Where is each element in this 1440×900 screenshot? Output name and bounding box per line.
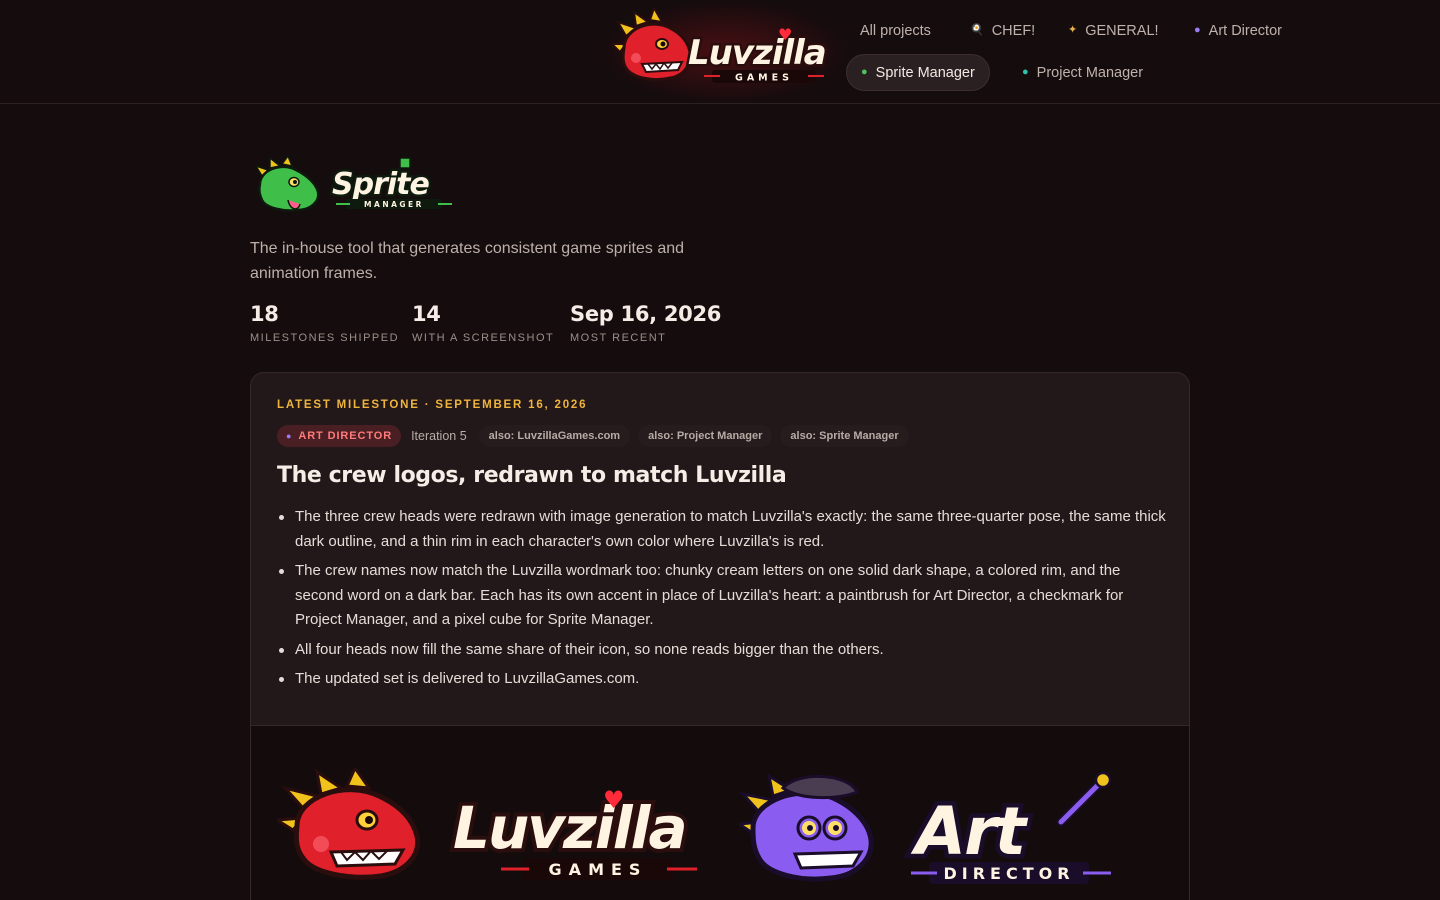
milestone-title: The crew logos, redrawn to match Luvzill…: [277, 463, 787, 488]
general-icon: ✦: [1068, 24, 1078, 36]
stat-with-screenshot: 14 WITH A SCREENSHOT: [412, 302, 554, 344]
stat-milestones-shipped: 18 MILESTONES SHIPPED: [250, 302, 399, 344]
luvzilla-logo-preview: Luvzilla ♥ GAMES: [277, 768, 697, 880]
chef-icon: 🍳: [970, 24, 984, 36]
luvzilla-subtitle: GAMES: [549, 860, 648, 879]
beret-icon: [780, 774, 859, 800]
stat-value: Sep 16, 2026: [570, 302, 722, 326]
nav-general[interactable]: ✦ GENERAL!: [1054, 12, 1173, 49]
milestone-tags: ● ART DIRECTOR Iteration 5 also: Luvzill…: [277, 425, 909, 447]
stat-label: MILESTONES SHIPPED: [250, 332, 400, 344]
luvzilla-games-logo[interactable]: Luvzilla ♥ GAMES: [612, 8, 834, 98]
role-tag-label: ART DIRECTOR: [298, 430, 393, 442]
project-nav: All projects 🍳 CHEF! ✦ GENERAL! ● Art Di…: [846, 12, 1316, 94]
art-director-icon: ●: [1194, 24, 1201, 36]
iteration-label: Iteration 5: [411, 429, 467, 443]
heart-icon: ♥: [778, 25, 792, 44]
nav-all-projects[interactable]: All projects: [846, 12, 945, 49]
also-tag[interactable]: also: LuvzillaGames.com: [478, 425, 631, 447]
brand-subtitle: GAMES: [735, 73, 793, 84]
nav-project-manager[interactable]: ● Project Manager: [1008, 54, 1157, 91]
sprite-manager-logo: Sprite MANAGER: [254, 156, 452, 212]
nav-label: Art Director: [1208, 22, 1282, 39]
sprite-manager-icon: ●: [861, 66, 868, 78]
milestone-bullets: The three crew heads were redrawn with i…: [277, 505, 1167, 697]
list-item: The crew names now match the Luvzilla wo…: [277, 559, 1167, 633]
luvzilla-wordmark: Luvzilla: [453, 794, 686, 862]
nav-label: Project Manager: [1036, 64, 1144, 81]
sprite-wordmark: Sprite: [332, 167, 430, 202]
nav-label: CHEF!: [991, 22, 1036, 39]
pixel-cube-icon: [399, 157, 411, 169]
project-description: The in-house tool that generates consist…: [250, 240, 685, 282]
nav-sprite-manager[interactable]: ● Sprite Manager: [846, 54, 990, 91]
paintbrush-icon: [1056, 771, 1112, 827]
nav-label: All projects: [860, 22, 931, 39]
nav-label: Sprite Manager: [875, 64, 975, 81]
nav-art-director[interactable]: ● Art Director: [1180, 12, 1296, 49]
latest-milestone-card: LATEST MILESTONE · SEPTEMBER 16, 2026 ● …: [250, 372, 1190, 900]
heart-icon: ♥: [603, 786, 625, 814]
role-tag-art-director[interactable]: ● ART DIRECTOR: [277, 425, 402, 447]
milestone-screenshot[interactable]: Luvzilla ♥ GAMES Art DIRECTOR: [251, 725, 1189, 900]
milestone-kicker: LATEST MILESTONE · SEPTEMBER 16, 2026: [277, 399, 588, 411]
stat-label: MOST RECENT: [570, 332, 667, 344]
project-manager-icon: ●: [1022, 66, 1029, 78]
stat-value: 18: [250, 302, 279, 326]
nav-label: GENERAL!: [1085, 22, 1159, 39]
art-subtitle: DIRECTOR: [943, 864, 1074, 883]
art-wordmark: Art: [910, 793, 1029, 870]
brand-wordmark: Luvzilla: [688, 33, 826, 73]
list-item: The three crew heads were redrawn with i…: [277, 505, 1167, 554]
list-item: The updated set is delivered to Luvzilla…: [277, 667, 1167, 692]
sprite-subtitle: MANAGER: [364, 200, 424, 209]
art-director-icon: ●: [286, 431, 293, 441]
list-item: All four heads now fill the same share o…: [277, 638, 1167, 663]
art-director-logo-preview: Art DIRECTOR: [739, 771, 1112, 884]
stat-most-recent: Sep 16, 2026 MOST RECENT: [570, 302, 721, 344]
also-tag[interactable]: also: Project Manager: [638, 425, 773, 447]
nav-chef[interactable]: 🍳 CHEF!: [956, 12, 1049, 49]
also-tag[interactable]: also: Sprite Manager: [780, 425, 909, 447]
top-navigation-bar: Luvzilla ♥ GAMES All projects 🍳 CHEF! ✦ …: [0, 0, 1440, 104]
stat-value: 14: [412, 302, 441, 326]
stat-label: WITH A SCREENSHOT: [412, 332, 555, 344]
